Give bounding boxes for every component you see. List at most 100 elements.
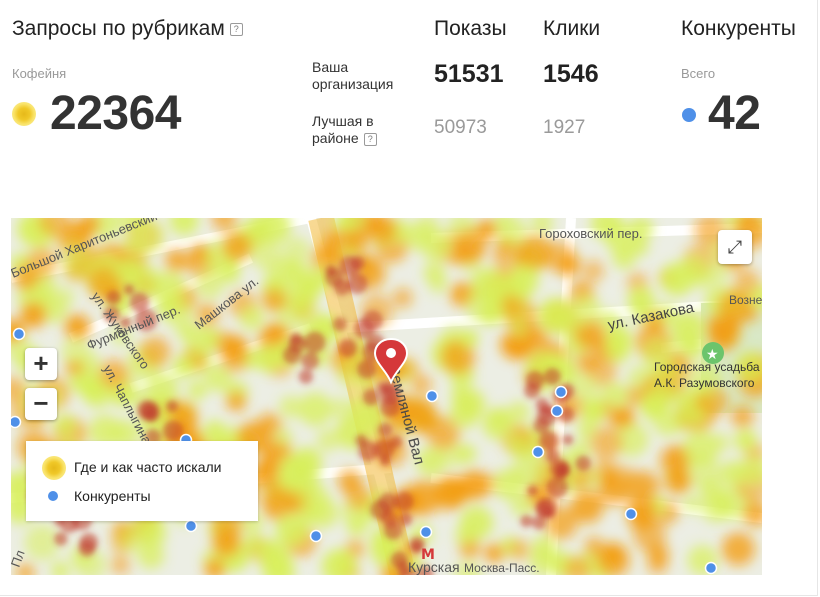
heat-blob (420, 229, 452, 261)
heat-blob (459, 505, 494, 540)
heat-blob (720, 460, 747, 487)
heat-blob-hot (357, 359, 377, 379)
heat-blob (239, 304, 265, 331)
heat-blob (64, 314, 91, 340)
heat-blob (222, 232, 252, 262)
heat-blob (570, 293, 602, 325)
your-org-label-line1: Ваша (312, 59, 349, 75)
heat-blob-hot (575, 455, 591, 471)
heat-blob-hot (525, 371, 545, 390)
heat-blob-hot (338, 338, 357, 358)
expand-map-button[interactable]: ⤢ (718, 230, 752, 264)
heatmap-map[interactable]: Большой Харитоньевский Фурманный пер. Ма… (11, 218, 762, 575)
street-label: Гороховский пер. (539, 226, 643, 241)
heat-blob-hot (555, 462, 571, 477)
heat-blob-hot (355, 434, 368, 447)
heat-blob (260, 287, 286, 312)
heat-blob (279, 395, 302, 419)
heat-blob-hot (124, 284, 135, 295)
heat-blob (344, 229, 370, 255)
heat-blob (128, 264, 162, 299)
heat-blob-hot (562, 434, 574, 446)
heat-blob (653, 408, 682, 437)
heat-blob-hot (166, 400, 178, 413)
heat-blob (589, 426, 623, 460)
heat-blob (54, 286, 75, 308)
heat-blob (110, 555, 131, 575)
heat-blob (575, 350, 599, 374)
heat-blob (24, 524, 61, 561)
map-canvas[interactable]: Большой Харитоньевский Фурманный пер. Ма… (11, 218, 762, 575)
heat-blob (647, 543, 670, 566)
your-org-label-line2: организация (312, 76, 394, 92)
heat-blob (226, 391, 247, 412)
legend-competitors-label: Конкуренты (74, 488, 151, 504)
heat-blob-hot (389, 435, 403, 448)
competitors-subtitle: Всего (681, 66, 716, 81)
heat-blob (20, 301, 47, 329)
heat-blob (613, 406, 633, 426)
heat-blob-hot (298, 369, 314, 384)
help-icon[interactable]: ? (363, 132, 377, 146)
heat-blob (423, 262, 445, 284)
requests-by-category-title: Запросы по рубрикам? (12, 17, 243, 41)
heat-blob-hot (288, 335, 306, 354)
heat-blob (118, 525, 146, 553)
heat-blob-hot (546, 476, 569, 498)
competitor-dot-icon (682, 108, 696, 122)
competitor-point (550, 404, 564, 418)
heat-blob (298, 392, 333, 427)
heat-blob (731, 405, 754, 428)
street-label: Возне (729, 293, 762, 307)
heat-blob-hot (304, 331, 326, 353)
best-label-line1: Лучшая в (312, 113, 374, 129)
competitor-point (184, 519, 198, 533)
heat-blob-hot (362, 388, 380, 406)
competitor-point (554, 385, 568, 399)
zoom-out-button[interactable]: − (25, 388, 57, 420)
metro-icon: M (421, 547, 435, 563)
heat-blob-hot (394, 491, 414, 512)
heat-blob (303, 275, 325, 296)
heat-blob (604, 336, 632, 364)
competitor-point (624, 507, 638, 521)
heat-blob (245, 535, 267, 556)
title-text: Запросы по рубрикам (12, 17, 225, 40)
heat-blob-hot (346, 273, 368, 294)
heat-blob-hot (301, 351, 319, 370)
heat-blob-hot (520, 514, 533, 528)
heat-blob-hot (79, 532, 99, 552)
your-org-shows: 51531 (434, 60, 504, 88)
heat-blob (187, 380, 207, 401)
heat-blob (734, 429, 758, 452)
heat-blob-hot (527, 485, 538, 496)
heat-blob (459, 329, 479, 349)
heat-blob (316, 428, 340, 452)
competitor-point (12, 327, 26, 341)
heat-blob (278, 456, 314, 493)
competitor-point (531, 445, 545, 459)
best-label-line2: районе (312, 130, 359, 146)
heat-blob-hot (339, 255, 360, 277)
heat-blob (195, 270, 224, 300)
zoom-in-button[interactable]: + (25, 348, 57, 380)
heat-blob (392, 287, 413, 308)
heat-blob-hot (377, 382, 389, 394)
heat-blob (165, 248, 188, 272)
heat-blob (581, 398, 606, 423)
heat-blob-hot (332, 317, 347, 332)
requests-count: 22364 (50, 87, 181, 140)
your-org-label: Ваша организация (312, 59, 393, 93)
heat-blob (660, 262, 695, 297)
map-legend: Где и как часто искали Конкуренты (26, 441, 258, 521)
competitor-point (309, 529, 323, 543)
heat-blob-hot (398, 512, 413, 527)
heat-blob (172, 354, 196, 379)
help-icon[interactable]: ? (229, 22, 243, 36)
heat-blob (459, 470, 489, 501)
heat-blob-hot (362, 310, 383, 331)
heat-blob (700, 491, 733, 524)
heat-blob-hot (539, 431, 559, 451)
best-shows: 50973 (434, 117, 487, 138)
competitor-point (419, 525, 433, 539)
